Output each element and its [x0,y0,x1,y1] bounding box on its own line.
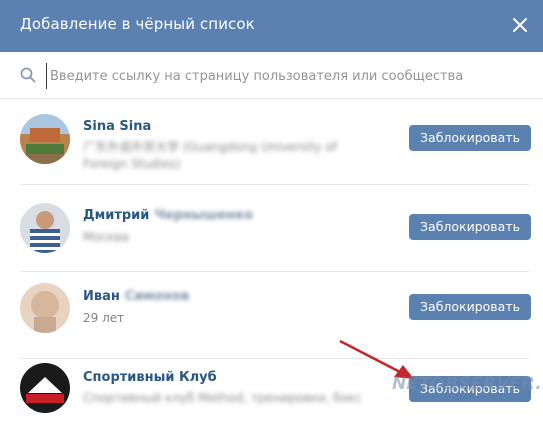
block-button[interactable]: Заблокировать [409,294,531,320]
list-item: Sina Sina 广东外语外贸大学 (Guangdong University… [0,98,543,185]
search-input[interactable] [46,63,522,89]
user-subtitle: 广东外语外贸大学 (Guangdong University of Foreig… [83,140,337,171]
user-name[interactable]: Иван Симонов [83,289,189,304]
search-bar [0,52,543,99]
list-item: Иван Симонов 29 лет Заблокировать [0,272,543,359]
watermark: NETOBSERVER.RU [392,374,543,394]
user-subtitle: 29 лет [83,311,125,325]
block-button[interactable]: Заблокировать [409,125,531,151]
user-name[interactable]: Спортивный Клуб [83,370,217,385]
dialog-title: Добавление в чёрный список [20,15,255,33]
user-hidden-name: Симонов [124,289,190,304]
avatar[interactable] [20,363,70,413]
avatar[interactable] [20,114,70,164]
search-icon [20,67,36,83]
list-item: Дмитрий Чернышенко Москва Заблокировать [0,185,543,272]
block-button[interactable]: Заблокировать [409,214,531,240]
user-first-name: Иван [83,289,120,304]
user-first-name: Дмитрий [83,208,150,223]
user-subtitle: Спортивный клуб Method, тренировки, бокс [83,391,362,405]
user-hidden-name: Чернышенко [154,208,254,223]
user-name[interactable]: Sina Sina [83,119,151,134]
user-name[interactable]: Дмитрий Чернышенко [83,208,253,223]
user-subtitle: Москва [83,230,129,244]
dialog-header: Добавление в чёрный список [0,0,543,52]
close-icon[interactable] [509,14,531,36]
avatar[interactable] [20,203,70,253]
avatar[interactable] [20,283,70,333]
list-item: Спортивный Клуб Спортивный клуб Method, … [0,359,543,446]
